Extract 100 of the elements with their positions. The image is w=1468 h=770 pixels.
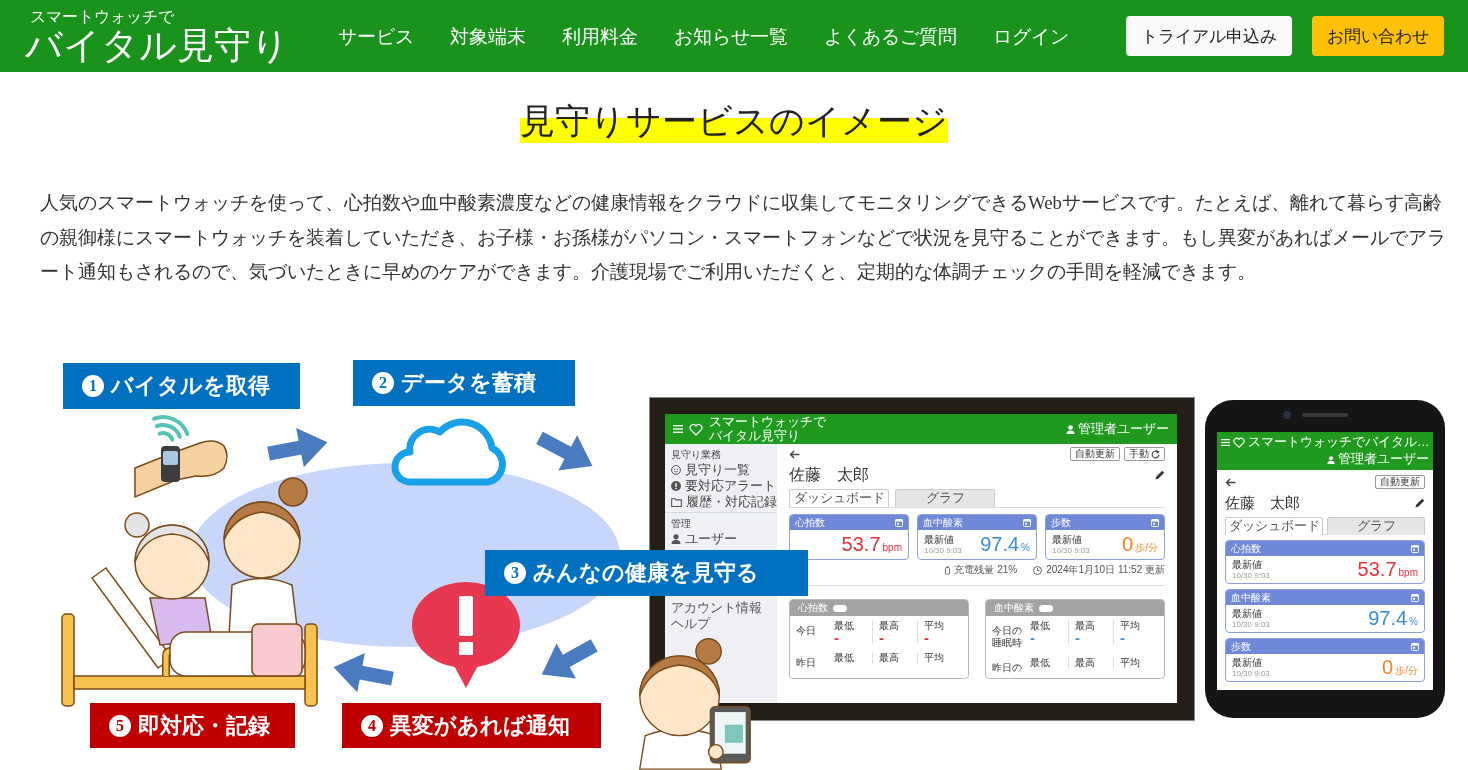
- metric-unit: 歩/分: [1395, 664, 1418, 678]
- calendar-icon: [1023, 518, 1031, 527]
- sidebar-link[interactable]: アカウント情報: [671, 600, 762, 616]
- nav-link[interactable]: 対象端末: [450, 23, 526, 49]
- stat-label: 平均: [924, 652, 944, 664]
- sidebar-item[interactable]: ユーザー: [671, 531, 737, 547]
- pencil-icon[interactable]: [1415, 498, 1425, 508]
- nav-link[interactable]: ログイン: [993, 23, 1069, 49]
- toolbar-button[interactable]: 自動更新: [1070, 447, 1120, 461]
- stat-label: 最高: [879, 652, 899, 664]
- tab[interactable]: グラフ: [1327, 517, 1425, 535]
- step-text: 異変があれば通知: [390, 711, 570, 740]
- pencil-icon[interactable]: [1155, 470, 1165, 480]
- stat-label: 平均: [1120, 620, 1140, 632]
- metric-value: 0: [1122, 533, 1134, 556]
- step-number: 2: [372, 372, 394, 394]
- cloud-icon: [391, 418, 506, 486]
- stat-label: 最低: [834, 652, 854, 664]
- row-label: 昨日の: [992, 661, 1023, 674]
- folder-icon: [671, 497, 682, 507]
- timestamp: 10/30 9:03: [1232, 619, 1270, 629]
- back-arrow-icon[interactable]: [789, 449, 800, 459]
- metric-value: 0: [1382, 656, 1394, 679]
- latest-label: 最新値: [924, 534, 954, 546]
- card-title: 血中酸素: [994, 601, 1034, 615]
- heart-icon: [689, 422, 703, 436]
- toolbar-button[interactable]: 自動更新: [1375, 475, 1425, 489]
- metric-unit: %: [1409, 616, 1418, 627]
- step-text: データを蓄積: [401, 369, 536, 397]
- stat-label: 最高: [1075, 657, 1095, 669]
- nav-link[interactable]: サービス: [338, 23, 414, 49]
- stat-value: -: [879, 632, 884, 644]
- calendar-icon: [1411, 593, 1419, 602]
- arrow-icon: [267, 428, 328, 468]
- arrow-icon: [541, 639, 598, 679]
- metric-value: 97.4: [980, 533, 1020, 556]
- latest-label: 最新値: [1052, 534, 1082, 546]
- toolbar-button[interactable]: 手動: [1124, 447, 1165, 461]
- timestamp: 10/30 9:03: [1232, 570, 1270, 580]
- card-title: 歩数: [1231, 639, 1251, 654]
- step-text: バイタルを取得: [111, 372, 270, 400]
- latest-label: 最新値: [1232, 608, 1262, 620]
- stat-value: -: [924, 632, 929, 644]
- user-icon: [1327, 455, 1335, 464]
- nav-link[interactable]: お知らせ一覧: [674, 23, 788, 49]
- patient-name: 佐藤 太郎: [789, 464, 869, 485]
- user-menu[interactable]: 管理者ユーザー: [1327, 452, 1429, 467]
- menu-icon[interactable]: [673, 425, 683, 433]
- stat-label: 最低: [1030, 620, 1050, 632]
- tab[interactable]: ダッシュボード: [789, 489, 889, 507]
- step-number: 5: [109, 714, 131, 737]
- metric-value: 53.7: [841, 533, 881, 556]
- stat-label: 最低: [834, 620, 854, 632]
- menu-icon[interactable]: [1221, 439, 1230, 446]
- sidebar-item[interactable]: 要対応アラート: [671, 478, 776, 494]
- alert-icon: [671, 481, 681, 491]
- stat-value: -: [1075, 632, 1080, 644]
- nav-link[interactable]: よくあるご質問: [824, 23, 957, 49]
- stat-label: 最低: [1030, 657, 1050, 669]
- step-text: みんなの健康を見守る: [533, 559, 759, 587]
- user-menu[interactable]: 管理者ユーザー: [1066, 421, 1169, 437]
- tab[interactable]: グラフ: [895, 489, 995, 507]
- arrow-icon: [536, 431, 593, 471]
- sidebar-item[interactable]: 履歴・対応記録: [671, 494, 777, 510]
- metric-unit: 歩/分: [1135, 541, 1158, 555]
- step-text: 即対応・記録: [138, 711, 270, 740]
- patient-name: 佐藤 太郎: [1225, 493, 1300, 513]
- app-logo-name: バイタル見守り: [709, 428, 800, 442]
- stat-label: 最高: [1075, 620, 1095, 632]
- metric-unit: bpm: [1398, 567, 1418, 578]
- timestamp: 10/30 9:03: [924, 545, 962, 555]
- camera-icon: [1283, 411, 1291, 419]
- sidebar-item[interactable]: 見守り一覧: [671, 462, 750, 478]
- pill-icon: [833, 604, 847, 612]
- card-title: 心拍数: [1231, 541, 1261, 556]
- logo-tagline: スマートウォッチで: [30, 6, 174, 26]
- contact-button[interactable]: お問い合わせ: [1312, 16, 1444, 56]
- app-logo-tagline: スマートウォッチで: [709, 416, 826, 429]
- latest-label: 最新値: [1232, 657, 1262, 669]
- calendar-icon: [895, 518, 903, 527]
- clock-icon: [1033, 565, 1043, 575]
- metric-unit: bpm: [882, 542, 902, 553]
- app-title: スマートウォッチでバイタル…: [1248, 435, 1430, 450]
- stat-label: 平均: [924, 620, 944, 632]
- calendar-icon: [1411, 642, 1419, 651]
- sidebar-heading: 見守り業務: [671, 448, 721, 462]
- nav-link[interactable]: 利用料金: [562, 23, 638, 49]
- battery-status: 充電残量 21%: [954, 563, 1018, 577]
- step-number: 3: [504, 562, 526, 584]
- metric-value: 53.7: [1357, 558, 1397, 581]
- back-arrow-icon[interactable]: [1225, 477, 1236, 487]
- sidebar-heading: 管理: [671, 517, 691, 531]
- sidebar-link[interactable]: ヘルプ: [671, 616, 710, 632]
- alert-bubble-icon: [412, 582, 520, 688]
- heart-icon: [1233, 437, 1245, 448]
- logo-name: バイタル見守り: [25, 25, 289, 66]
- trial-button[interactable]: トライアル申込み: [1126, 16, 1292, 56]
- smiley-icon: [671, 465, 681, 475]
- stat-value: -: [1120, 632, 1125, 644]
- tab[interactable]: ダッシュボード: [1225, 517, 1323, 535]
